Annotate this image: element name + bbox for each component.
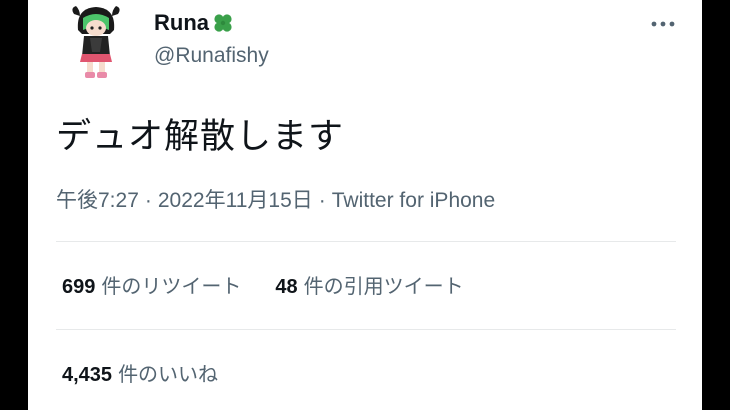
tweet-source[interactable]: Twitter for iPhone	[332, 189, 495, 212]
avatar[interactable]	[68, 4, 124, 82]
author-handle[interactable]: @Runafishy	[154, 44, 269, 68]
tweet-text: デュオ解散します	[56, 117, 345, 156]
retweets-label: 件のリツイート	[101, 276, 242, 298]
tweet-metadata: 午後7:27 · 2022年11月15日 · Twitter for iPhone	[56, 184, 495, 214]
tweet-date[interactable]: 2022年11月15日	[158, 189, 313, 212]
display-name-text: Runa	[154, 10, 209, 35]
likes-stat[interactable]: 4,435 件のいいね	[62, 358, 218, 387]
quotes-stat[interactable]: 48 件の引用ツイート	[275, 270, 463, 299]
engagement-stats: 699 件のリツイート 48 件の引用ツイート	[62, 270, 498, 299]
four-leaf-clover-icon	[214, 14, 232, 32]
retweets-stat[interactable]: 699 件のリツイート	[62, 270, 241, 299]
more-dots-icon[interactable]	[648, 14, 678, 34]
quotes-count: 48	[275, 276, 298, 298]
tweet-time[interactable]: 午後7:27	[56, 189, 139, 212]
meta-separator: ·	[318, 189, 326, 212]
quotes-label: 件の引用ツイート	[303, 276, 464, 298]
divider	[56, 329, 676, 330]
retweets-count: 699	[62, 276, 96, 298]
likes-count: 4,435	[62, 364, 113, 386]
tweet-card: Runa @Runafishy デュオ解散します 午後7:27 · 2022年11月…	[28, 0, 702, 410]
meta-separator: ·	[144, 189, 152, 212]
divider	[56, 241, 676, 242]
author-display-name[interactable]: Runa	[154, 10, 235, 36]
likes-label: 件のいいね	[118, 364, 219, 386]
